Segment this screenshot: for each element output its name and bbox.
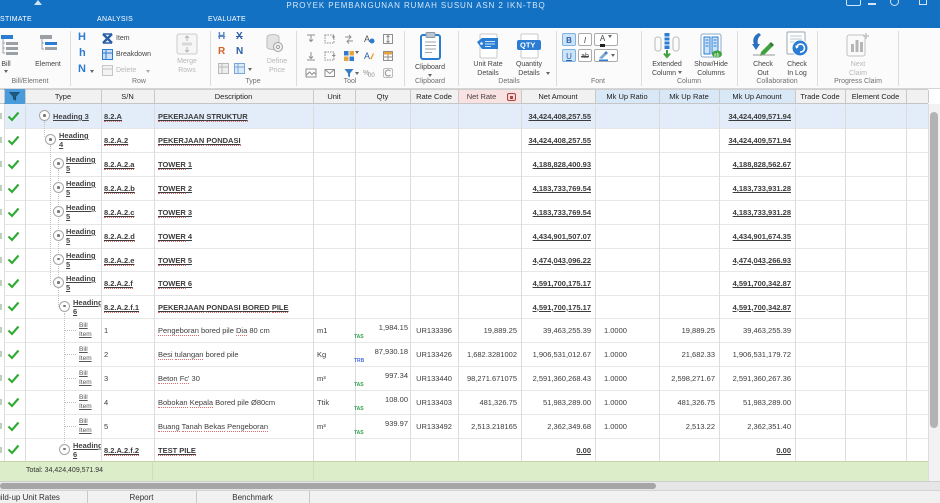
svg-text:A: A (364, 51, 370, 61)
svg-text:00: 00 (368, 73, 375, 79)
svg-text:ab: ab (714, 53, 720, 59)
svg-text:QTY: QTY (520, 41, 535, 50)
svg-text:A: A (364, 34, 370, 44)
